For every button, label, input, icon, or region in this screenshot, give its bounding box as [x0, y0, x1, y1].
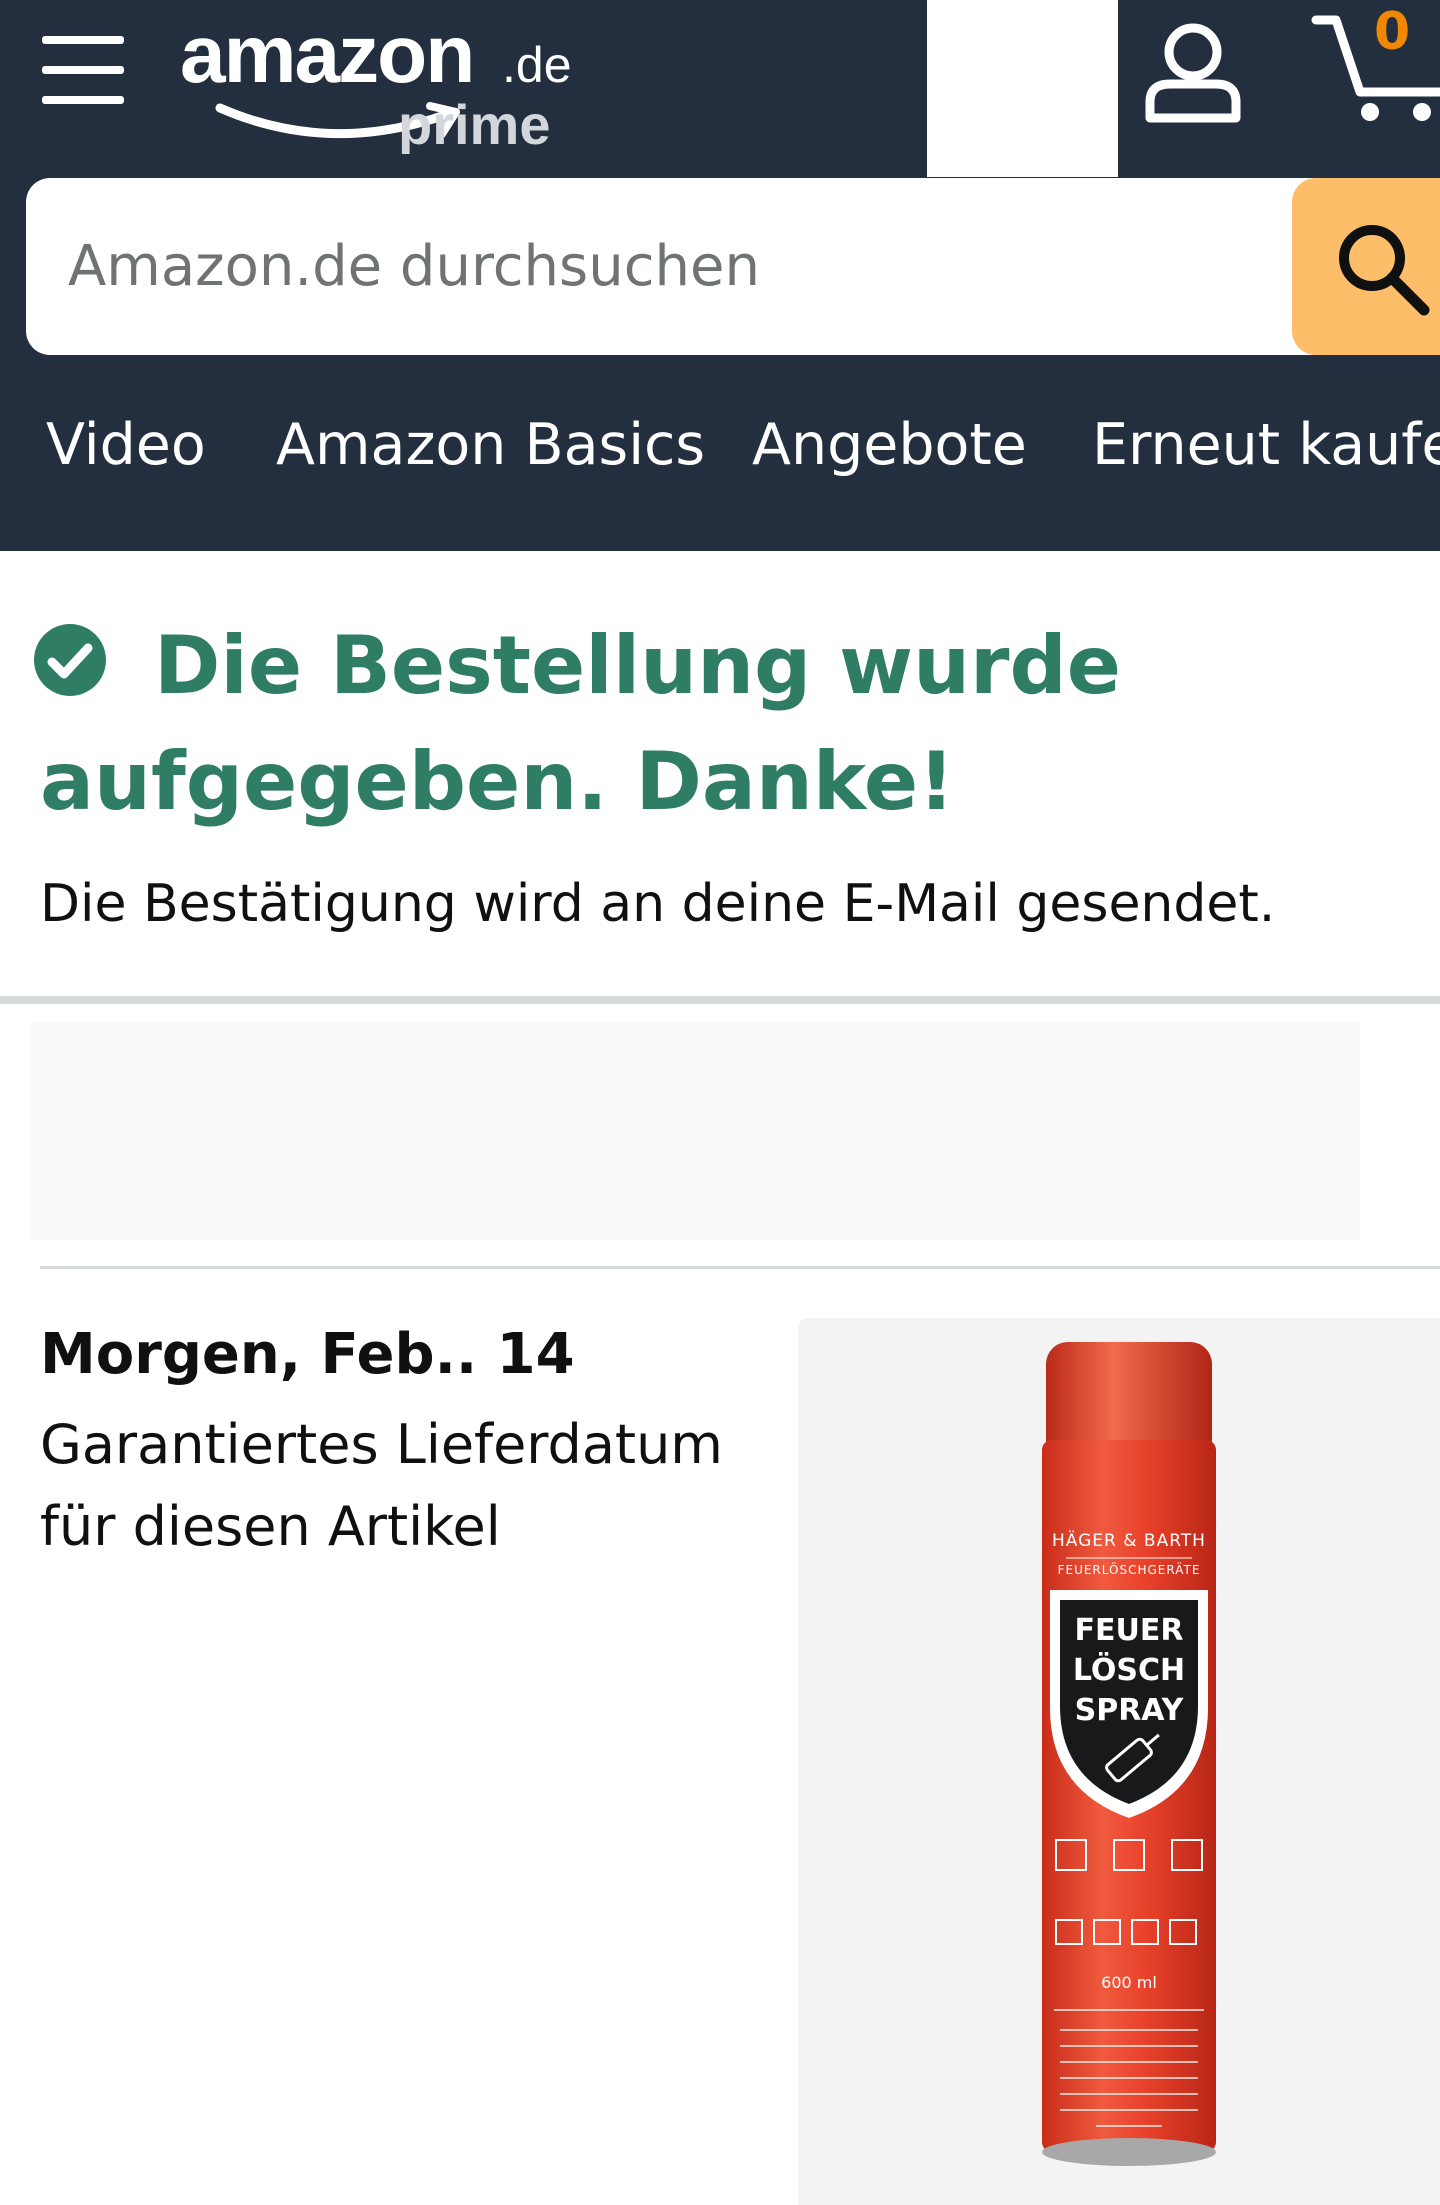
- search-icon: [1339, 225, 1430, 316]
- amazon-prime-logo[interactable]: amazon .de prime: [180, 9, 600, 156]
- svg-text:HÄGER & BARTH: HÄGER & BARTH: [1052, 1530, 1206, 1551]
- section-divider: [40, 1266, 1440, 1269]
- nav-item-amazon-basics[interactable]: Amazon Basics: [276, 412, 705, 478]
- hamburger-menu-icon[interactable]: [42, 34, 124, 106]
- redacted-area: [927, 0, 1118, 177]
- category-nav: Video Amazon Basics Angebote Erneut kauf…: [0, 392, 1440, 512]
- search-button[interactable]: [1292, 178, 1440, 355]
- confirmation-subtitle: Die Bestätigung wird an deine E-Mail ges…: [40, 874, 1276, 934]
- delivery-date: Morgen, Feb.. 14: [40, 1322, 575, 1387]
- nav-item-video[interactable]: Video: [46, 412, 206, 478]
- section-divider: [0, 996, 1440, 1004]
- svg-text:600 ml: 600 ml: [1101, 1973, 1157, 1992]
- svg-text:FEUER: FEUER: [1075, 1613, 1184, 1648]
- nav-item-angebote[interactable]: Angebote: [752, 412, 1027, 478]
- nav-item-erneut-kaufen[interactable]: Erneut kaufen: [1092, 412, 1440, 478]
- confirmation-title: Die Bestellung wurde aufgegeben. Danke!: [40, 619, 1121, 828]
- account-icon[interactable]: [1140, 22, 1246, 128]
- svg-text:.de: .de: [502, 37, 572, 93]
- product-image[interactable]: HÄGER & BARTH FEUERLÖSCHGERÄTE FEUER LÖS…: [1036, 1340, 1222, 2170]
- cart-count-badge[interactable]: 0: [1374, 2, 1410, 62]
- svg-text:SPRAY: SPRAY: [1075, 1693, 1185, 1728]
- svg-text:LÖSCH: LÖSCH: [1073, 1651, 1185, 1688]
- redacted-panel: [30, 1022, 1360, 1240]
- search-input[interactable]: [26, 178, 1276, 355]
- delivery-note: Garantiertes Lieferdatum für diesen Arti…: [40, 1413, 723, 1558]
- svg-text:FEUERLÖSCHGERÄTE: FEUERLÖSCHGERÄTE: [1058, 1561, 1201, 1577]
- svg-text:amazon: amazon: [180, 14, 473, 100]
- svg-text:prime: prime: [398, 93, 551, 154]
- search-bar: [26, 178, 1440, 355]
